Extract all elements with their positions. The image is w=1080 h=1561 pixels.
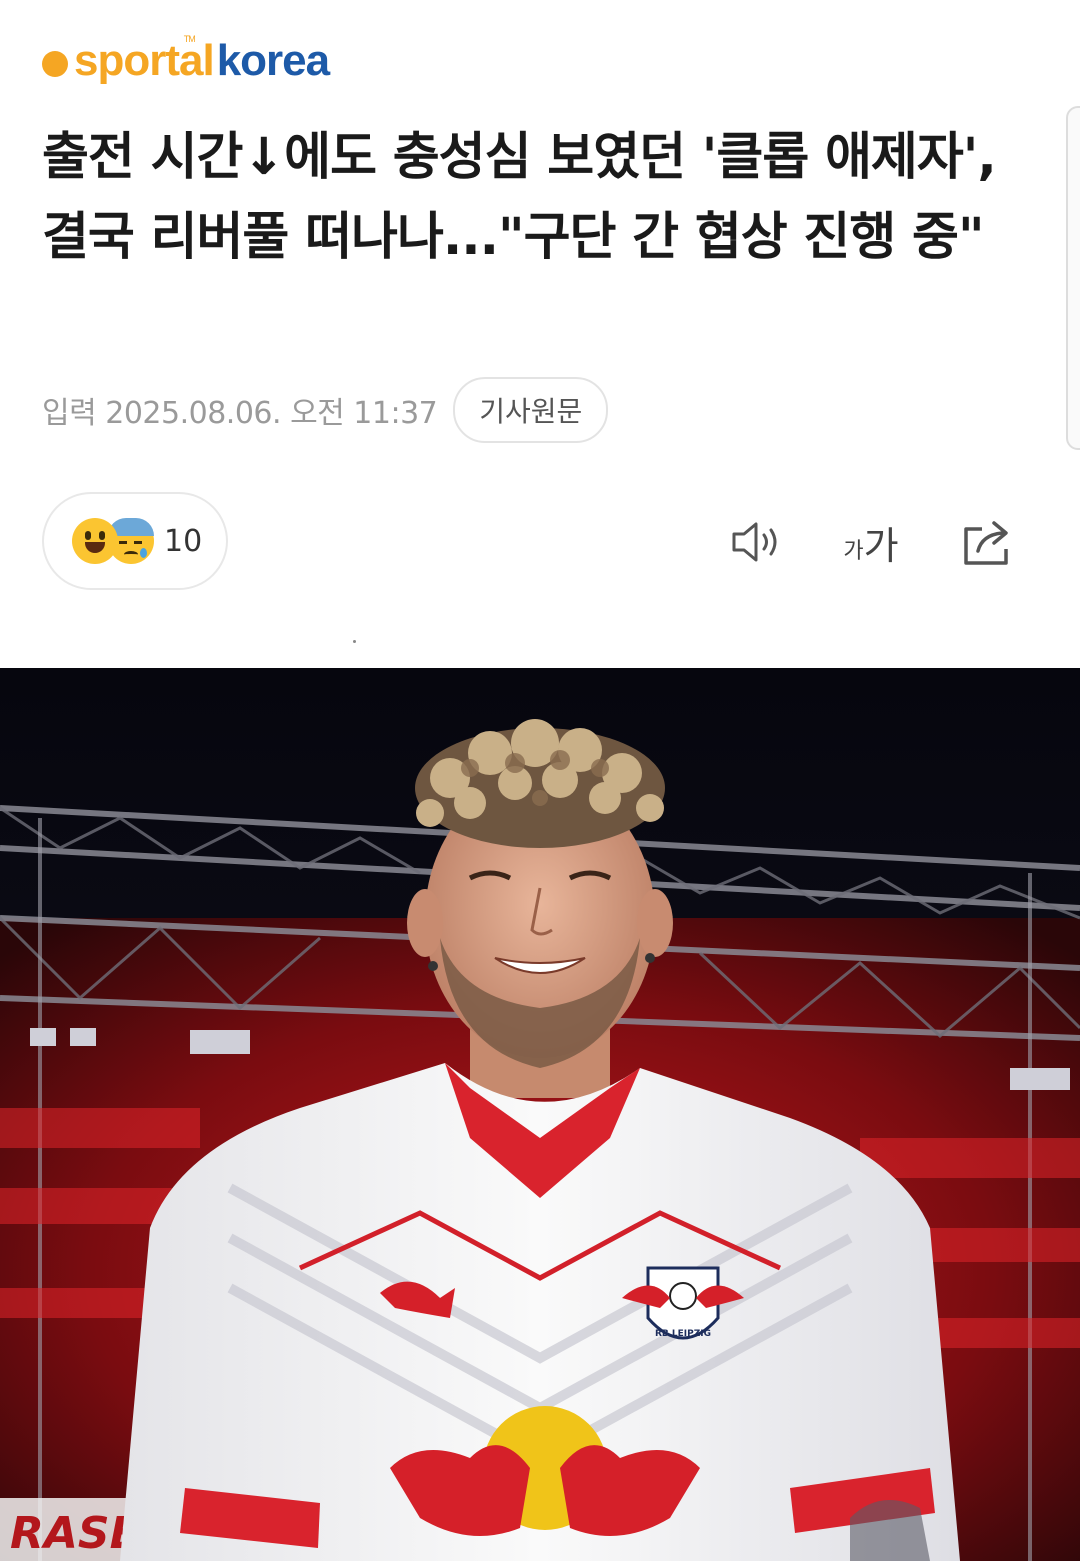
crest-text: RB LEIPZIG <box>655 1329 711 1339</box>
logo-dot <box>42 51 68 77</box>
publish-date: 입력 2025.08.06. 오전 11:37 <box>42 396 438 431</box>
share-button[interactable] <box>958 512 1018 572</box>
stadium-banner-text: RASE <box>10 1508 140 1559</box>
sportalkorea-logo[interactable]: sportal TM korea <box>42 34 330 86</box>
original-article-button[interactable]: 기사원문 <box>453 377 609 443</box>
article-photo[interactable]: RASE RB LEIPZIG <box>0 668 1080 1561</box>
font-size-small-glyph: 가 <box>843 539 864 564</box>
decorative-dot <box>353 640 356 643</box>
article-page: sportal TM korea 출전 시간↓에도 충성심 보였던 '클롭 애제… <box>0 0 1080 1561</box>
happy-emoji-icon <box>72 518 118 564</box>
font-size-large-glyph: 가 <box>863 523 899 568</box>
side-panel-edge[interactable] <box>1066 106 1080 450</box>
article-headline: 출전 시간↓에도 충성심 보였던 '클롭 애제자', 결국 리버풀 떠나나...… <box>42 128 997 267</box>
font-size-button[interactable]: 가 가 <box>836 512 906 572</box>
share-icon <box>964 521 1008 565</box>
article-meta: 입력 2025.08.06. 오전 11:37 기사원문 <box>42 377 609 443</box>
player-photo-illustration: RASE RB LEIPZIG <box>0 668 1080 1561</box>
text-to-speech-button[interactable] <box>726 512 786 572</box>
logo-trademark: TM <box>183 34 196 44</box>
reaction-button[interactable]: 10 <box>42 492 228 590</box>
logo-text-korea: korea <box>216 36 330 85</box>
speaker-icon <box>732 522 777 562</box>
reaction-count: 10 <box>164 523 203 559</box>
